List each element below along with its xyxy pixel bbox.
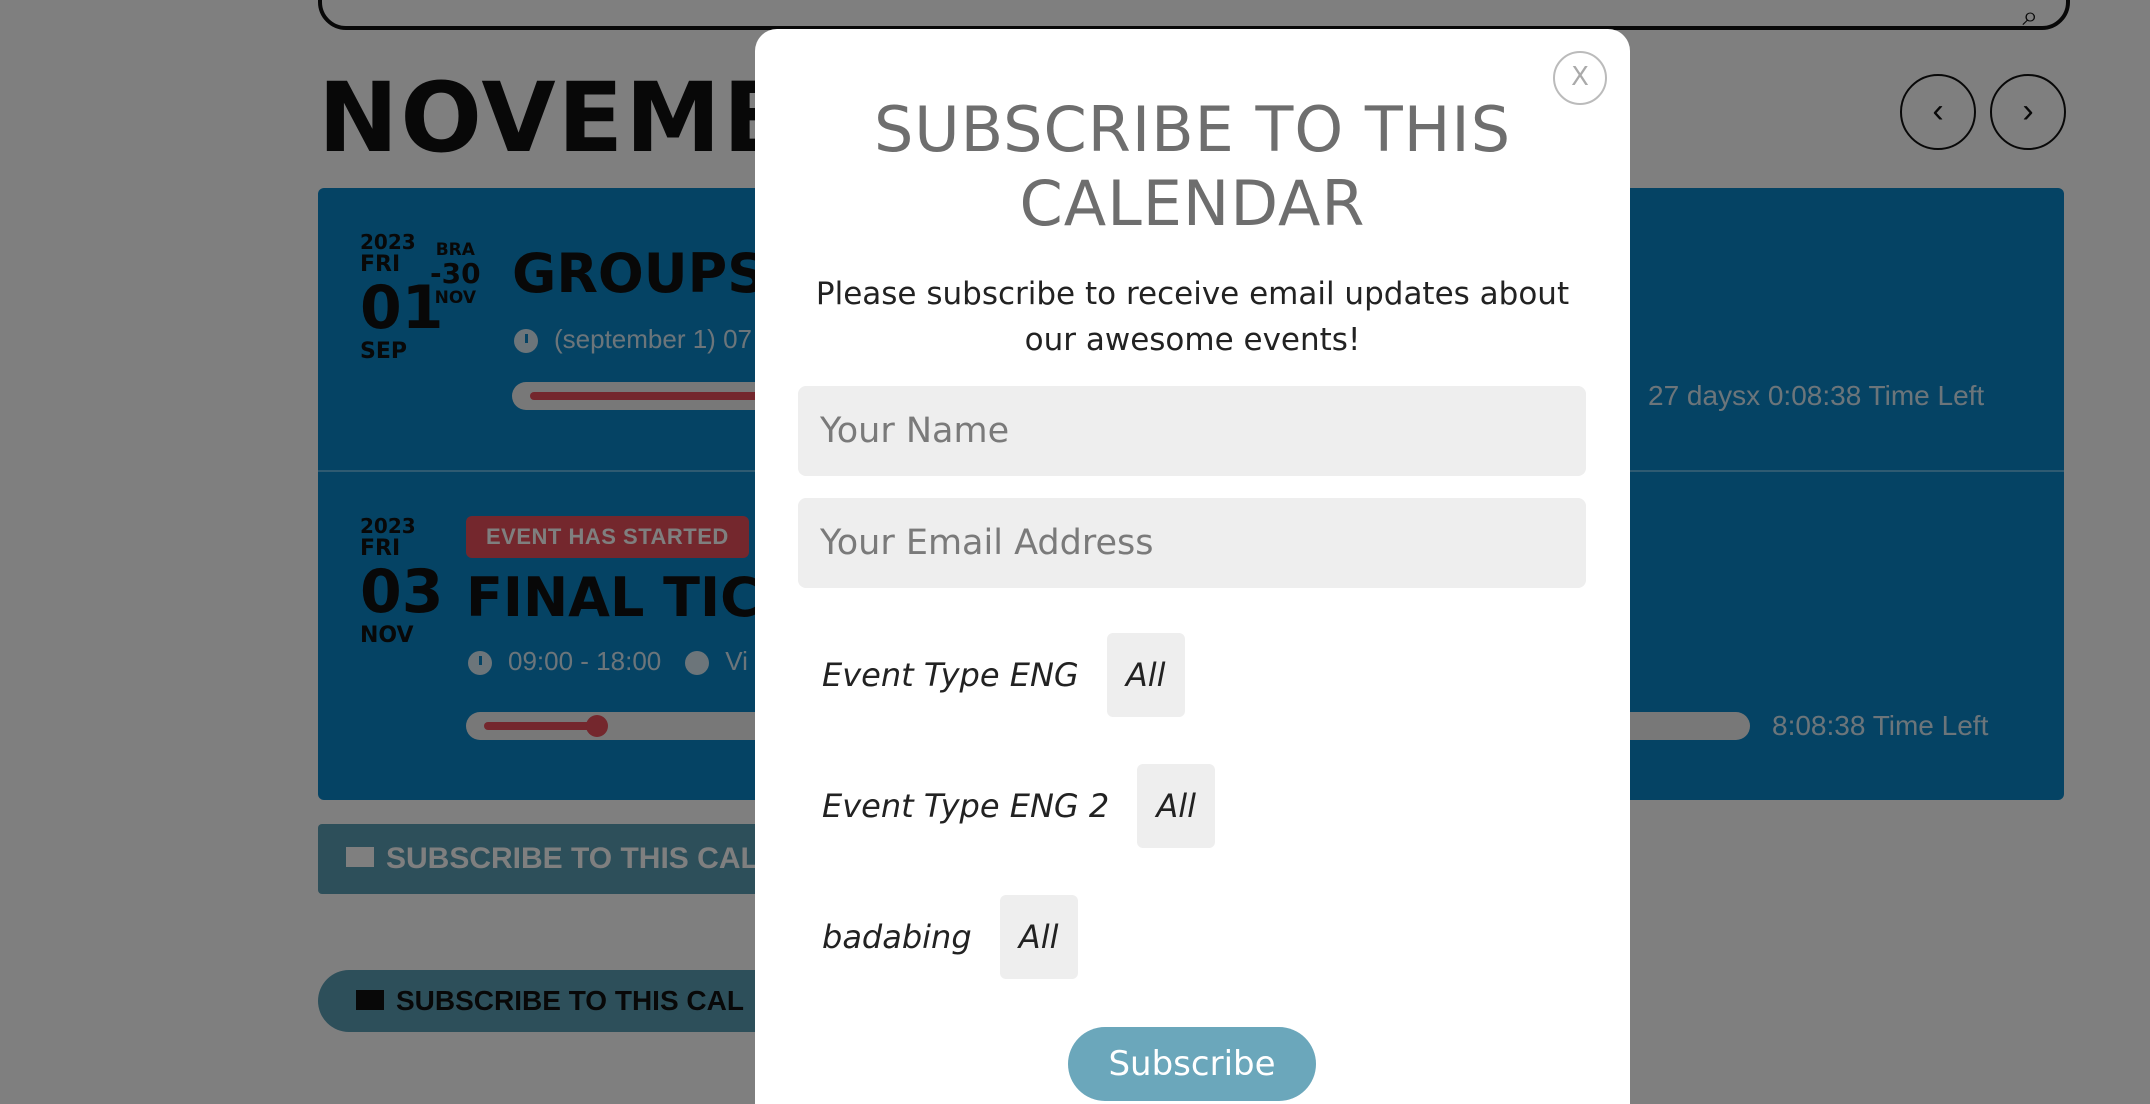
subscribe-button[interactable]: Subscribe bbox=[1068, 1027, 1316, 1101]
email-input[interactable] bbox=[798, 498, 1586, 588]
subscribe-modal: X SUBSCRIBE TO THIS CALENDAR Please subs… bbox=[755, 29, 1630, 1104]
filter-select[interactable]: All bbox=[1137, 764, 1216, 848]
modal-description: Please subscribe to receive email update… bbox=[815, 276, 1570, 358]
filter-label: badabing bbox=[822, 918, 972, 956]
filter-select[interactable]: All bbox=[999, 895, 1078, 979]
name-input[interactable] bbox=[798, 386, 1586, 476]
filter-label: Event Type ENG 2 bbox=[822, 787, 1110, 825]
filter-select[interactable]: All bbox=[1106, 633, 1185, 717]
filter-row-event-type: Event Type ENG All bbox=[822, 633, 1185, 717]
filter-label: Event Type ENG bbox=[822, 656, 1079, 694]
filter-row-event-type-2: Event Type ENG 2 All bbox=[822, 764, 1216, 848]
modal-title: SUBSCRIBE TO THIS CALENDAR bbox=[873, 93, 1512, 240]
filter-row-badabing: badabing All bbox=[822, 895, 1078, 979]
